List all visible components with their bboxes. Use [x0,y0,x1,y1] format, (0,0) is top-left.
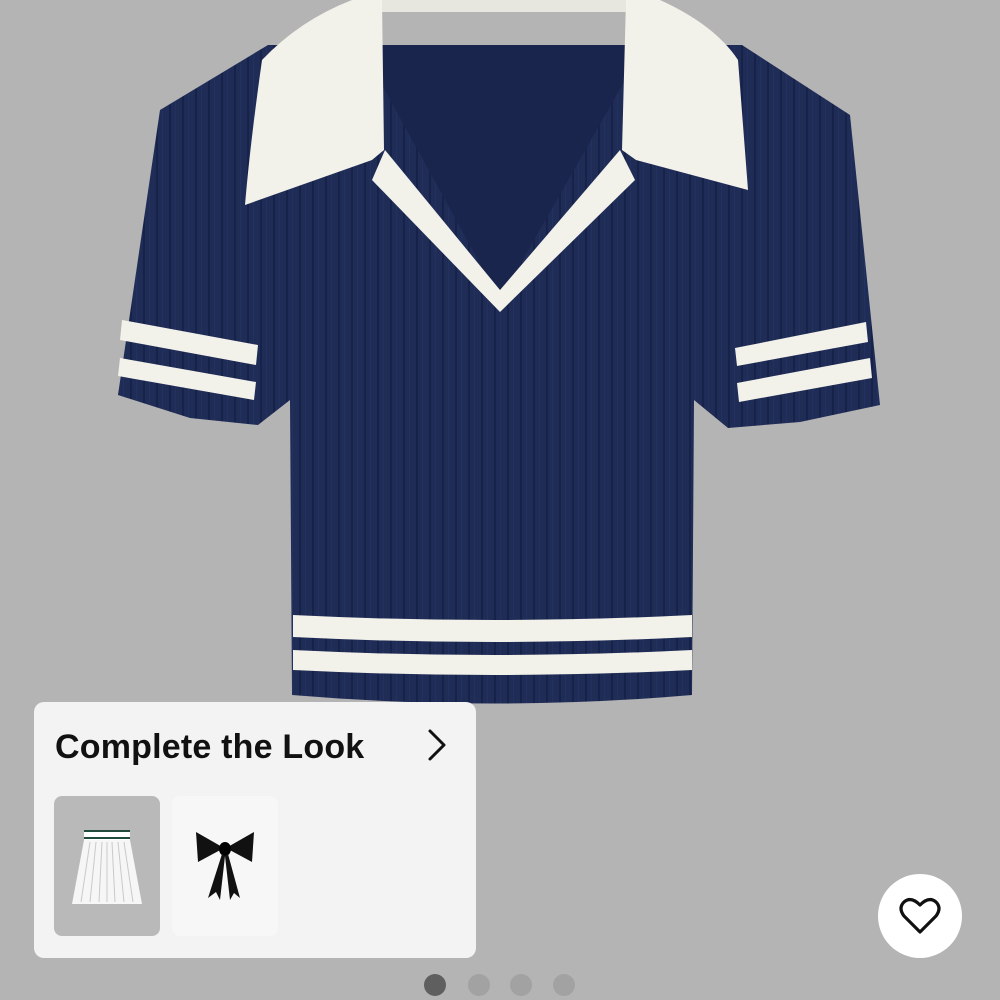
chevron-right-icon[interactable] [424,728,450,762]
carousel-dot-1[interactable] [424,974,446,996]
heart-outline-icon [899,898,941,934]
product-detail-screen: Complete the Look [0,0,1000,1000]
complete-the-look-card[interactable]: Complete the Look [34,702,476,958]
carousel-dot-3[interactable] [510,974,532,996]
pleated-skirt-thumbnail[interactable] [54,796,160,936]
carousel-dot-2[interactable] [468,974,490,996]
complete-the-look-title: Complete the Look [55,728,365,766]
favorite-button[interactable] [878,874,962,958]
carousel-dot-4[interactable] [553,974,575,996]
black-bow-thumbnail[interactable] [172,796,278,936]
carousel-indicator [424,974,584,996]
